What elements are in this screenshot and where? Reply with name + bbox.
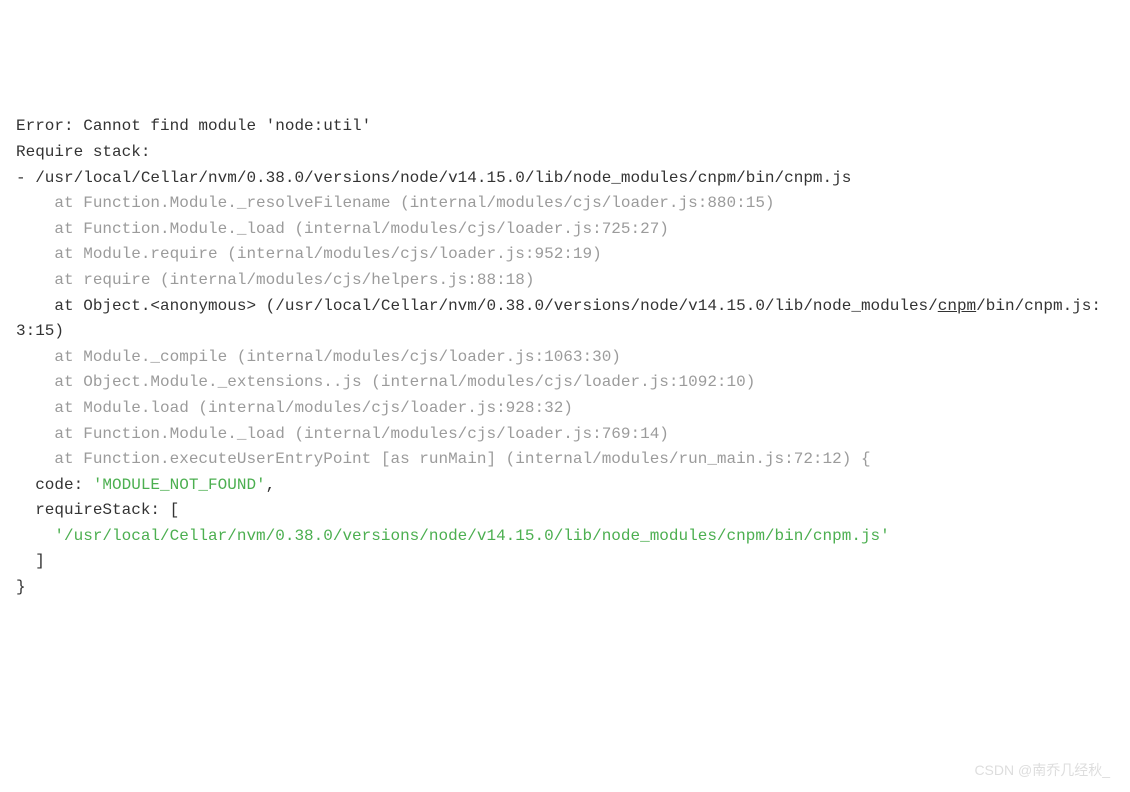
require-stack-path-value: '/usr/local/Cellar/nvm/0.38.0/versions/n…: [16, 524, 1114, 550]
stack-trace-line: at Function.Module._resolveFilename (int…: [16, 191, 1114, 217]
underlined-module-name: cnpm: [938, 297, 976, 315]
closing-bracket: ]: [16, 549, 1114, 575]
closing-brace: }: [16, 575, 1114, 601]
stack-trace-line: at Module.require (internal/modules/cjs/…: [16, 242, 1114, 268]
stack-trace-line-anonymous: at Object.<anonymous> (/usr/local/Cellar…: [16, 294, 1114, 345]
stack-trace-line: at Function.Module._load (internal/modul…: [16, 217, 1114, 243]
error-code-value: 'MODULE_NOT_FOUND': [93, 476, 266, 494]
stack-trace-line: at Module._compile (internal/modules/cjs…: [16, 345, 1114, 371]
require-path: - /usr/local/Cellar/nvm/0.38.0/versions/…: [16, 166, 1114, 192]
stack-trace-line: at Object.Module._extensions..js (intern…: [16, 370, 1114, 396]
error-code-line: code: 'MODULE_NOT_FOUND',: [16, 473, 1114, 499]
stack-trace-line: at require (internal/modules/cjs/helpers…: [16, 268, 1114, 294]
require-stack-property: requireStack: [: [16, 498, 1114, 524]
watermark-text: CSDN @南乔几经秋_: [974, 759, 1110, 781]
terminal-output: Error: Cannot find module 'node:util'Req…: [16, 114, 1114, 600]
require-stack-label: Require stack:: [16, 140, 1114, 166]
error-title: Error: Cannot find module 'node:util': [16, 114, 1114, 140]
stack-trace-line: at Function.executeUserEntryPoint [as ru…: [16, 447, 1114, 473]
stack-trace-line: at Function.Module._load (internal/modul…: [16, 422, 1114, 448]
stack-trace-line: at Module.load (internal/modules/cjs/loa…: [16, 396, 1114, 422]
